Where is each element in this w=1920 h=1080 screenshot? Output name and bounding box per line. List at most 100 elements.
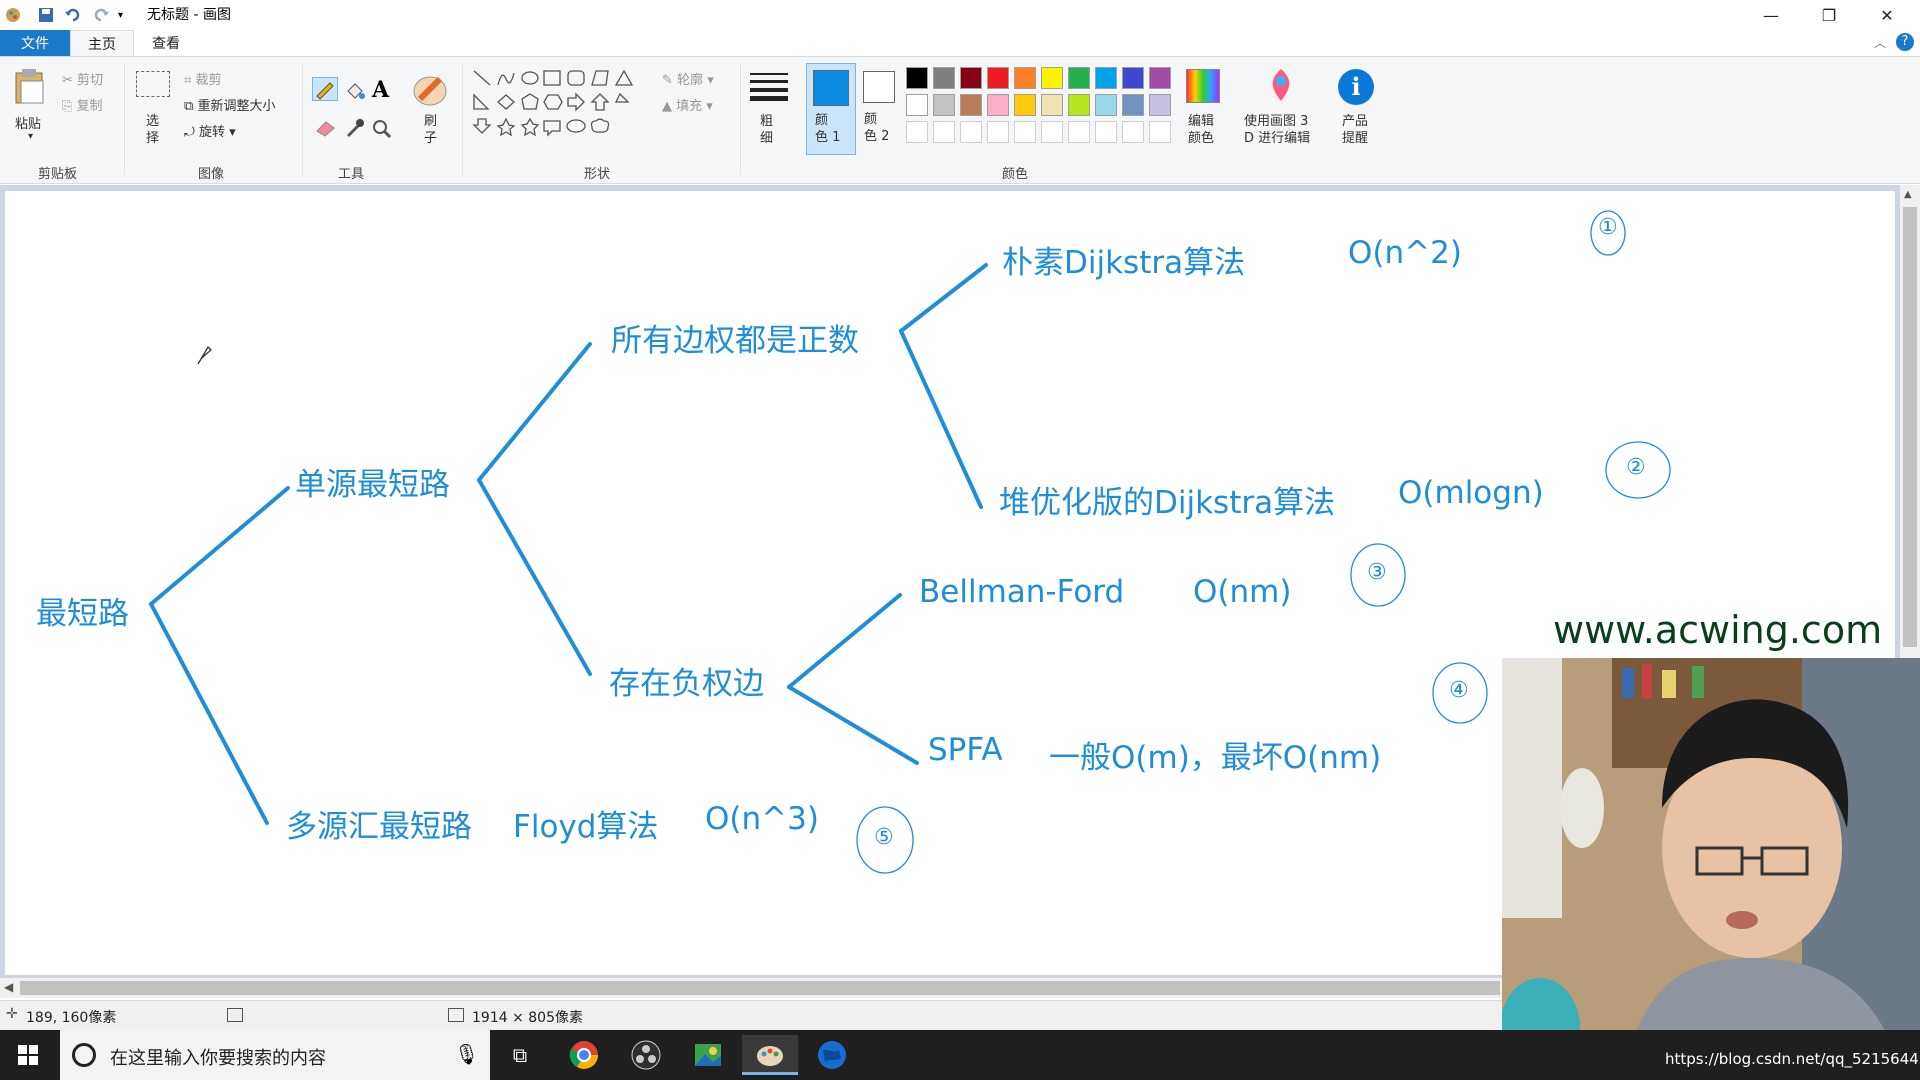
palette-color-swatch[interactable] — [960, 94, 982, 116]
palette-color-swatch[interactable] — [906, 67, 928, 89]
custom-color-slot[interactable] — [1149, 121, 1171, 143]
save-icon[interactable] — [38, 5, 54, 25]
edge-negative-spfa — [787, 685, 919, 765]
ribbon-tabs: 文件 主页 查看 ︿ ? — [0, 30, 1920, 56]
palette-color-swatch[interactable] — [1068, 67, 1090, 89]
product-alert-button[interactable]: 产品 提醒 — [1342, 113, 1368, 147]
copy-icon: ⎘ — [62, 99, 73, 114]
palette-color-swatch[interactable] — [960, 67, 982, 89]
palette-color-swatch[interactable] — [1149, 67, 1171, 89]
node-naive-complexity: O(n^2) — [1348, 235, 1462, 271]
eraser-tool-icon[interactable] — [314, 117, 338, 141]
globe-app-icon[interactable] — [804, 1035, 860, 1075]
search-box[interactable]: 在这里输入你要搜索的内容 🎙 — [60, 1030, 490, 1080]
palette-color-swatch[interactable] — [1068, 94, 1090, 116]
close-button[interactable]: ✕ — [1858, 0, 1916, 30]
windows-start-icon[interactable] — [0, 1035, 56, 1075]
undo-icon[interactable] — [64, 5, 82, 25]
outline-button[interactable]: ✎ 轮廓 ▾ — [662, 69, 714, 88]
product-alert-icon[interactable]: i — [1338, 69, 1374, 105]
paint3d-icon[interactable] — [1266, 67, 1296, 107]
custom-color-slot[interactable] — [1041, 121, 1063, 143]
custom-color-slot[interactable] — [1095, 121, 1117, 143]
node-root: 最短路 — [36, 596, 129, 632]
custom-color-slot[interactable] — [1068, 121, 1090, 143]
shapes-gallery[interactable] — [472, 69, 644, 147]
minimize-button[interactable]: — — [1742, 0, 1800, 30]
tab-home[interactable]: 主页 — [70, 30, 134, 56]
node-heap-dijkstra: 堆优化版的Dijkstra算法 — [999, 485, 1336, 521]
horizontal-scroll-thumb[interactable] — [20, 981, 1500, 995]
select-icon[interactable] — [136, 71, 170, 97]
clipboard-group-label: 剪贴板 — [38, 167, 78, 182]
text-tool-icon[interactable]: A — [372, 77, 389, 103]
scroll-up-icon[interactable]: ▲ — [1904, 189, 1912, 200]
fill-button[interactable]: ▲ 填充 ▾ — [662, 95, 713, 114]
palette-color-swatch[interactable] — [906, 94, 928, 116]
paste-button[interactable]: 粘贴 — [15, 113, 41, 132]
palette-color-swatch[interactable] — [1095, 94, 1117, 116]
color-palette[interactable] — [906, 67, 1186, 151]
pencil-tool-icon[interactable] — [312, 77, 338, 101]
custom-color-slot[interactable] — [906, 121, 928, 143]
paint-taskbar-icon[interactable] — [742, 1035, 798, 1075]
palette-color-swatch[interactable] — [1122, 94, 1144, 116]
rotate-icon: ⤾ — [184, 125, 195, 140]
tab-view[interactable]: 查看 — [140, 30, 192, 56]
custom-color-slot[interactable] — [987, 121, 1009, 143]
size-button[interactable]: 粗 细 — [760, 113, 773, 147]
palette-color-swatch[interactable] — [1122, 67, 1144, 89]
palette-color-swatch[interactable] — [1149, 94, 1171, 116]
customize-quick-access-icon[interactable]: ▾ — [118, 5, 123, 25]
microphone-icon[interactable]: 🎙 — [454, 1042, 479, 1066]
custom-color-slot[interactable] — [1122, 121, 1144, 143]
palette-color-swatch[interactable] — [987, 67, 1009, 89]
crop-button[interactable]: ⌗ 裁剪 — [184, 69, 221, 88]
vertical-scroll-thumb[interactable] — [1903, 207, 1917, 647]
palette-color-swatch[interactable] — [1014, 67, 1036, 89]
custom-color-slot[interactable] — [960, 121, 982, 143]
select-button[interactable]: 选 择 — [146, 113, 159, 147]
brush-icon[interactable] — [410, 69, 450, 113]
palette-color-swatch[interactable] — [1041, 67, 1063, 89]
paste-dropdown-icon[interactable]: ▾ — [28, 131, 33, 142]
paint3d-button[interactable]: 使用画图 3 D 进行编辑 — [1244, 113, 1310, 147]
photos-app-icon[interactable] — [680, 1035, 736, 1075]
palette-color-swatch[interactable] — [987, 94, 1009, 116]
palette-color-swatch[interactable] — [933, 67, 955, 89]
cut-icon: ✂ — [62, 73, 73, 88]
brushes-button[interactable]: 刷 子 — [424, 113, 437, 147]
palette-color-swatch[interactable] — [1041, 94, 1063, 116]
obs-icon[interactable] — [618, 1035, 674, 1075]
size-icon[interactable] — [748, 71, 790, 105]
palette-color-swatch[interactable] — [1014, 94, 1036, 116]
palette-color-swatch[interactable] — [933, 94, 955, 116]
resize-button[interactable]: ⧉ 重新调整大小 — [184, 95, 275, 114]
color2-button[interactable]: 颜 色 2 — [862, 71, 895, 144]
rotate-label: 旋转 — [198, 125, 225, 140]
palette-color-swatch[interactable] — [1095, 67, 1117, 89]
edge-positive-heap — [899, 329, 983, 509]
tab-file[interactable]: 文件 — [0, 30, 70, 56]
fill-tool-icon[interactable] — [344, 79, 366, 105]
redo-icon[interactable] — [92, 5, 110, 25]
edge-root-single — [149, 486, 290, 606]
color1-label: 颜 色 1 — [815, 113, 841, 145]
maximize-button[interactable]: ❐ — [1800, 0, 1858, 30]
custom-color-slot[interactable] — [1014, 121, 1036, 143]
chrome-icon[interactable] — [556, 1035, 612, 1075]
color-picker-icon[interactable] — [344, 117, 366, 143]
collapse-ribbon-icon[interactable]: ︿ — [1874, 34, 1886, 51]
cut-button[interactable]: ✂ 剪切 — [62, 69, 103, 88]
task-view-icon[interactable]: ⧉ — [492, 1035, 548, 1075]
copy-button[interactable]: ⎘ 复制 — [62, 95, 103, 114]
color1-button[interactable]: 颜 色 1 — [806, 63, 856, 155]
rotate-button[interactable]: ⤾ 旋转 ▾ — [184, 121, 236, 140]
scroll-left-icon[interactable]: ◀ — [4, 980, 13, 994]
paste-icon[interactable] — [12, 67, 48, 109]
edit-colors-button[interactable]: 编辑 颜色 — [1188, 113, 1214, 147]
custom-color-slot[interactable] — [933, 121, 955, 143]
magnifier-icon[interactable] — [372, 119, 392, 143]
edit-colors-icon[interactable] — [1186, 69, 1220, 103]
help-icon[interactable]: ? — [1896, 33, 1914, 51]
